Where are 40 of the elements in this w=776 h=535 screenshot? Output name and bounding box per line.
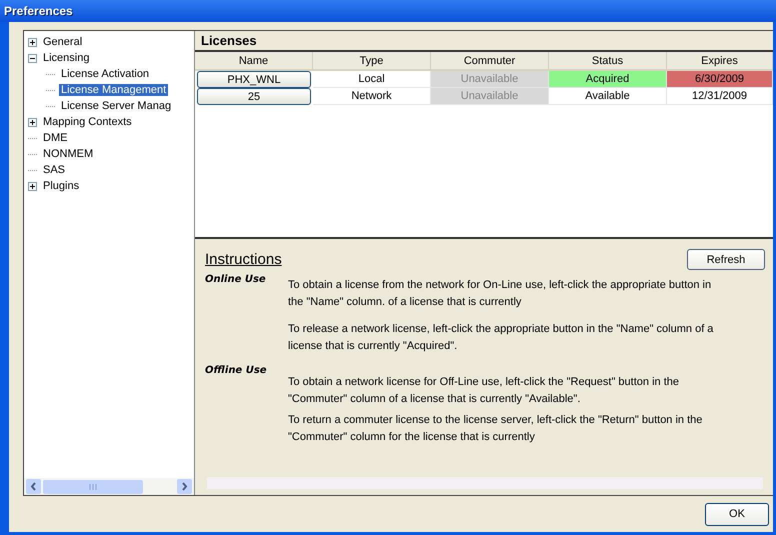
column-header: Name [195, 52, 313, 71]
license-name-button[interactable]: 25 [197, 88, 311, 105]
license-name-button[interactable]: PHX_WNL [197, 71, 311, 88]
instruction-text: To obtain a network license for Off-Line use, left-click the "Request" button in the "Commuter" column of a license that is currently "Available". [288, 375, 680, 407]
ok-button[interactable]: OK [705, 502, 769, 526]
tree-item[interactable]: License Activation [59, 68, 152, 80]
tree-item[interactable]: General [41, 36, 84, 48]
section-label: Offline Use [205, 365, 268, 378]
expand-icon[interactable] [28, 38, 37, 46]
scroll-right-icon[interactable] [177, 479, 192, 494]
instruction-text: To obtain a license from the network for On-Line use, left-click the appropriate button in the "Name" column. of a license that is currently [288, 278, 712, 310]
scroll-left-icon[interactable] [26, 479, 41, 494]
section-label: Online Use [205, 274, 267, 287]
collapse-icon[interactable] [28, 54, 37, 62]
expand-icon[interactable] [28, 118, 37, 126]
column-header: Expires [667, 52, 773, 71]
column-header: Type [313, 52, 431, 71]
table-cell: 6/30/2009 [667, 71, 773, 88]
column-header: Status [549, 52, 667, 71]
refresh-button[interactable]: Refresh [687, 249, 765, 270]
tree-item[interactable]: Licensing [41, 52, 92, 64]
tree-item[interactable]: DME [41, 132, 70, 144]
table-cell: 12/31/2009 [667, 88, 773, 105]
instructions-title: Instructions [205, 251, 282, 268]
tree-item[interactable]: NONMEM [41, 148, 96, 160]
column-header: Commuter [431, 52, 549, 71]
instruction-text: To release a network license, left-click the appropriate button in the "Name" column of a license that is currently "Acquired". [288, 322, 714, 354]
expand-icon[interactable] [28, 182, 37, 190]
table-cell: Acquired [549, 71, 667, 88]
scroll-thumb[interactable] [43, 480, 143, 494]
window-title: Preferences [4, 4, 73, 18]
tree-item[interactable]: License Management [59, 84, 168, 96]
table-cell: Available [549, 88, 667, 105]
tree-item[interactable]: Plugins [41, 180, 82, 192]
tree-item[interactable]: Mapping Contexts [41, 116, 134, 128]
tree-item[interactable]: SAS [41, 164, 68, 176]
section-title: Licenses [201, 33, 257, 48]
horizontal-scrollbar[interactable] [24, 478, 194, 495]
instruction-text: To return a commuter license to the license server, left-click the "Return" button in the "Commuter" column for the license that is currently [288, 413, 704, 445]
tree-item[interactable]: License Server Manag [59, 100, 174, 112]
